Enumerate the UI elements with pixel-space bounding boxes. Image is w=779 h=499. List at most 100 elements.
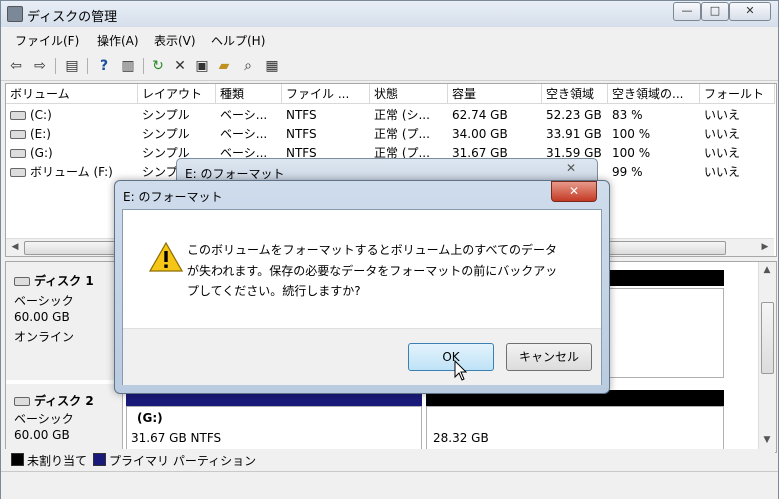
- unallocated-space[interactable]: 28.32 GB: [426, 406, 724, 452]
- scroll-left-icon[interactable]: ◀: [8, 241, 22, 254]
- table-row[interactable]: (C:) シンプル ベーシ... NTFS 正常 (シ... 62.74 GB 52.23 …: [6, 106, 775, 125]
- cell-fault-tolerance: いいえ: [704, 165, 741, 179]
- toolbar-separator: [55, 58, 56, 74]
- help-icon[interactable]: ?: [95, 57, 113, 75]
- table-row[interactable]: (E:) シンプル ベーシ... NTFS 正常 (プ... 34.00 GB 33.91 …: [6, 125, 775, 144]
- ok-button[interactable]: OK: [408, 343, 494, 371]
- message-line-3: プしてください。続行しますか?: [187, 284, 361, 298]
- drive-icon: [10, 149, 26, 158]
- maximize-button[interactable]: □: [701, 2, 729, 21]
- menu-help[interactable]: ヘルプ(H): [211, 32, 265, 49]
- cell-type: ベーシ...: [220, 108, 268, 122]
- toolbar-separator: [143, 58, 144, 74]
- format-confirm-dialog: E: のフォーマット ✕ このボリュームをフォーマットするとボリューム上のすべて…: [114, 180, 610, 394]
- cell-filesystem: NTFS: [286, 108, 317, 122]
- close-button[interactable]: ✕: [729, 2, 771, 21]
- cell-free-percent: 83 %: [612, 108, 643, 122]
- toolbar-separator: [87, 58, 88, 74]
- volume-name: (C:): [30, 108, 52, 122]
- disk-1-label[interactable]: ディスク 1 ベーシック 60.00 GB オンライン: [6, 262, 123, 380]
- partition-g[interactable]: (G:) 31.67 GB NTFS: [126, 406, 422, 452]
- cell-free-percent: 99 %: [612, 165, 643, 179]
- toolbar: ⇦ ⇨ ▤ ? ▥ ↻ ✕ ▣ ▰ ⌕ ▦: [1, 52, 778, 81]
- window-title: ディスクの管理: [27, 10, 118, 25]
- cell-free-percent: 100 %: [612, 127, 651, 141]
- volume-name: (E:): [30, 127, 51, 141]
- cell-type: ベーシ...: [220, 127, 268, 141]
- cell-free-space: 52.23 GB: [546, 108, 602, 122]
- dialog-close-button[interactable]: ✕: [551, 181, 597, 202]
- disk-1-status: オンライン: [14, 330, 75, 344]
- unallocated-size: 28.32 GB: [433, 431, 489, 445]
- legend-primary-swatch: [93, 453, 106, 466]
- disk-1-type: ベーシック: [14, 294, 74, 308]
- column-header-free-percent[interactable]: 空き領域の...: [608, 84, 700, 104]
- dialog-button-area: OK キャンセル: [123, 328, 601, 385]
- message-line-2: が失われます。保存の必要なデータをフォーマットの前にバックアッ: [187, 264, 558, 278]
- disk-2-label[interactable]: ディスク 2 ベーシック 60.00 GB: [6, 384, 123, 452]
- scroll-down-icon[interactable]: ▼: [760, 434, 774, 447]
- partition-g-name: (G:): [137, 411, 163, 425]
- column-header-fault-tolerance[interactable]: フォールト: [700, 84, 775, 104]
- refresh-icon[interactable]: ↻: [149, 57, 167, 75]
- open-icon[interactable]: ▰: [215, 57, 233, 75]
- cell-volume: (C:): [6, 106, 138, 125]
- console-tree-icon[interactable]: ▥: [119, 57, 137, 75]
- cell-fault-tolerance: いいえ: [704, 127, 741, 141]
- menu-file[interactable]: ファイル(F): [15, 32, 79, 49]
- partition-g-info: 31.67 GB NTFS: [131, 431, 222, 445]
- cell-volume: (G:): [6, 144, 138, 163]
- cell-fault-tolerance: いいえ: [704, 146, 741, 160]
- settings-icon[interactable]: ▦: [263, 57, 281, 75]
- disk-icon: [14, 277, 30, 286]
- cell-free-space: 33.91 GB: [546, 127, 602, 141]
- column-header-capacity[interactable]: 容量: [448, 84, 542, 104]
- legend-primary-label: プライマリ パーティション: [109, 454, 257, 468]
- disk-2-size: 60.00 GB: [14, 428, 70, 442]
- dialog-body: このボリュームをフォーマットするとボリューム上のすべてのデータ が失われます。保…: [122, 209, 602, 385]
- menu-view[interactable]: 表示(V): [154, 32, 196, 49]
- status-bar: [1, 471, 778, 499]
- properties-icon[interactable]: ▤: [63, 57, 81, 75]
- legend-unallocated-swatch: [11, 453, 24, 466]
- scroll-up-icon[interactable]: ▲: [760, 264, 774, 277]
- drive-icon: [10, 111, 26, 120]
- message-line-1: このボリュームをフォーマットするとボリューム上のすべてのデータ: [187, 243, 557, 257]
- cell-capacity: 34.00 GB: [452, 127, 508, 141]
- cell-status: 正常 (シ...: [374, 108, 430, 122]
- column-header-layout[interactable]: レイアウト: [138, 84, 216, 104]
- volume-name: ボリューム (F:): [30, 165, 113, 179]
- column-header-filesystem[interactable]: ファイル ...: [282, 84, 370, 104]
- vertical-scrollbar[interactable]: ▲ ▼: [758, 262, 776, 452]
- delete-icon[interactable]: ✕: [171, 57, 189, 75]
- legend-unallocated-label: 未割り当て: [27, 454, 88, 468]
- cell-capacity: 62.74 GB: [452, 108, 508, 122]
- disk-2-name: ディスク 2: [34, 394, 94, 408]
- minimize-button[interactable]: —: [673, 2, 701, 21]
- cancel-button[interactable]: キャンセル: [506, 343, 592, 371]
- disk-management-icon: [7, 6, 23, 22]
- menu-action[interactable]: 操作(A): [97, 32, 139, 49]
- rescan-icon[interactable]: ▣: [193, 57, 211, 75]
- mouse-cursor-icon: [454, 360, 468, 381]
- column-header-free-space[interactable]: 空き領域: [542, 84, 608, 104]
- column-header-type[interactable]: 種類: [216, 84, 282, 104]
- warning-icon: [149, 242, 183, 272]
- cell-filesystem: NTFS: [286, 127, 317, 141]
- scroll-right-icon[interactable]: ▶: [758, 241, 772, 254]
- search-icon[interactable]: ⌕: [239, 57, 257, 75]
- column-header-volume[interactable]: ボリューム: [6, 84, 138, 104]
- cell-fault-tolerance: いいえ: [704, 108, 741, 122]
- background-dialog-close-button[interactable]: ✕: [557, 161, 585, 177]
- cell-free-percent: 100 %: [612, 146, 651, 160]
- back-icon[interactable]: ⇦: [7, 57, 25, 75]
- scroll-thumb[interactable]: [761, 302, 774, 374]
- disk-icon: [14, 397, 30, 406]
- cell-volume: (E:): [6, 125, 138, 144]
- drive-icon: [10, 130, 26, 139]
- disk-1-name: ディスク 1: [34, 274, 94, 288]
- cell-status: 正常 (プ...: [374, 127, 430, 141]
- volume-name: (G:): [30, 146, 53, 160]
- forward-icon[interactable]: ⇨: [31, 57, 49, 75]
- column-header-status[interactable]: 状態: [370, 84, 448, 104]
